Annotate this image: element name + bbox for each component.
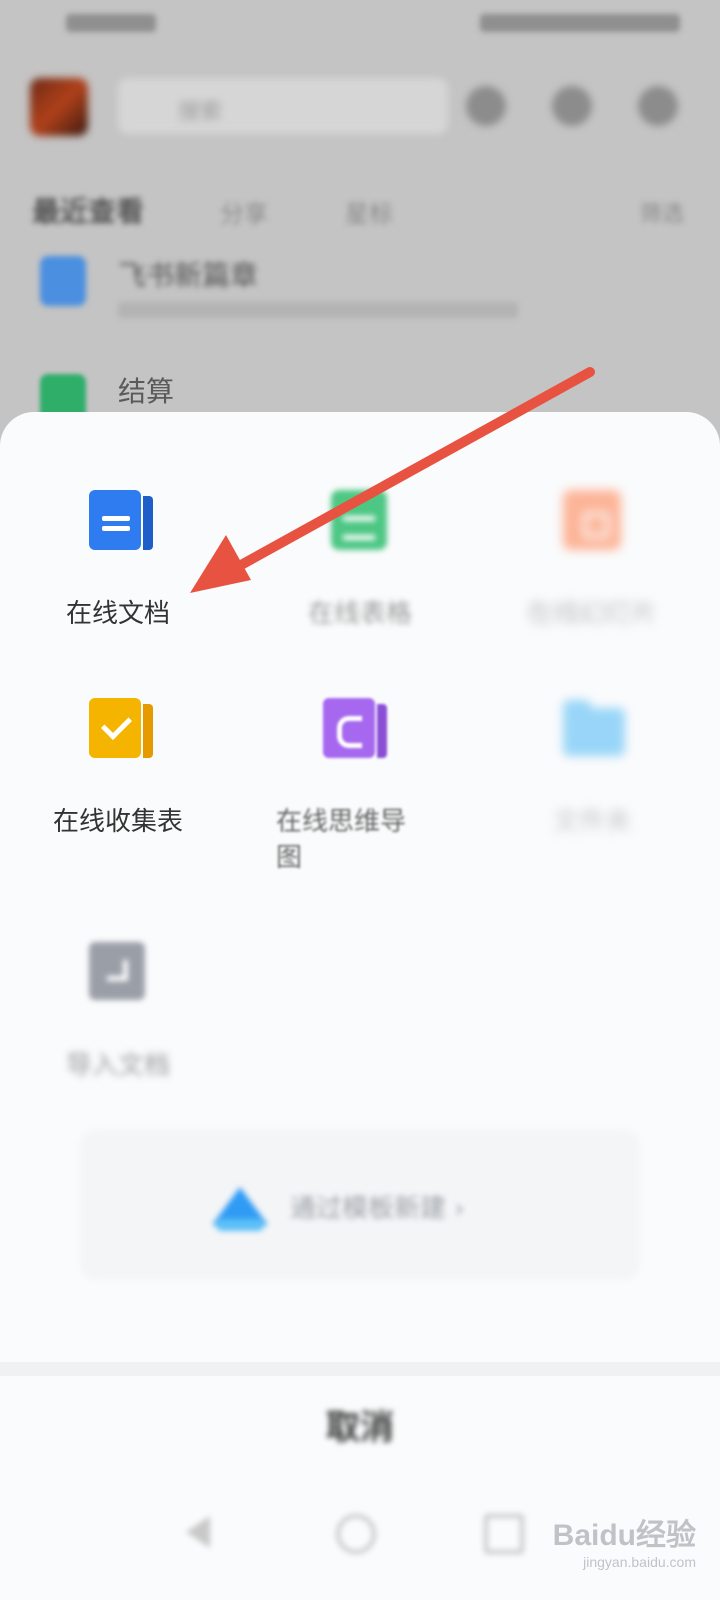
- tile-label: 导入文档: [65, 1051, 170, 1081]
- filter-button[interactable]: 筛选: [640, 196, 684, 228]
- cancel-button[interactable]: 取消: [0, 1400, 720, 1449]
- tile-label: 在线幻灯片: [526, 599, 657, 629]
- status-bar-left: [66, 14, 156, 32]
- online-slides-icon: [563, 490, 621, 552]
- create-online-slides[interactable]: 在线幻灯片: [482, 490, 702, 640]
- bell-icon[interactable]: [466, 86, 506, 126]
- create-bottom-sheet: 在线文档 在线表格 在线幻灯片 在线收集表 在线思维导图 文件夹 导入文档 通过…: [0, 412, 720, 1600]
- list-item[interactable]: 飞书新篇章: [0, 250, 720, 340]
- create-online-form[interactable]: 在线收集表: [8, 698, 228, 858]
- tile-label: 在线文档: [65, 599, 170, 629]
- watermark-main: Baidu经验: [552, 1519, 696, 1552]
- search-input[interactable]: 搜索: [118, 78, 448, 134]
- divider: [0, 1362, 720, 1376]
- online-form-icon: [89, 698, 153, 760]
- back-icon[interactable]: [186, 1516, 210, 1548]
- doc-icon: [40, 256, 86, 306]
- status-bar-right: [480, 14, 680, 32]
- baidu-watermark: Baidu经验 jingyan.baidu.com: [553, 1510, 696, 1570]
- online-sheet-icon: [331, 490, 389, 552]
- create-online-mindmap[interactable]: 在线思维导图: [272, 698, 422, 878]
- notification-icon[interactable]: [638, 86, 678, 126]
- tile-label: 文件夹: [552, 807, 631, 837]
- tab-starred[interactable]: 星标: [345, 194, 393, 229]
- background-tabs: 最近查看 分享 星标 筛选: [0, 190, 720, 240]
- recent-apps-icon[interactable]: [484, 1514, 524, 1554]
- copy-icon[interactable]: [552, 86, 592, 126]
- file-title: 结算: [118, 375, 175, 408]
- create-online-doc[interactable]: 在线文档: [8, 490, 228, 640]
- search-placeholder: 搜索: [178, 100, 223, 125]
- file-subtitle: [118, 302, 518, 318]
- watermark-sub: jingyan.baidu.com: [583, 1554, 696, 1570]
- status-bar: [0, 0, 720, 50]
- tab-recent[interactable]: 最近查看: [32, 190, 144, 230]
- online-mindmap-icon: [323, 698, 387, 760]
- import-icon: [89, 942, 147, 1004]
- file-title: 飞书新篇章: [118, 259, 259, 292]
- import-document[interactable]: 导入文档: [8, 942, 228, 1092]
- avatar[interactable]: [30, 78, 88, 136]
- cloud-icon: [212, 1187, 268, 1231]
- tab-shared[interactable]: 分享: [220, 194, 268, 229]
- home-icon[interactable]: [336, 1514, 376, 1554]
- tile-label: 在线收集表: [52, 807, 183, 837]
- create-online-sheet[interactable]: 在线表格: [250, 490, 470, 640]
- top-bar: 搜索: [0, 70, 720, 150]
- tile-label: 在线表格: [307, 599, 412, 629]
- folder-icon: [563, 698, 625, 760]
- tile-label: 在线思维导图: [276, 807, 407, 873]
- create-folder[interactable]: 文件夹: [482, 698, 702, 848]
- banner-text: 通过模板新建 ›: [290, 1194, 465, 1224]
- create-from-template-banner[interactable]: 通过模板新建 ›: [80, 1130, 640, 1280]
- online-doc-icon: [89, 490, 153, 552]
